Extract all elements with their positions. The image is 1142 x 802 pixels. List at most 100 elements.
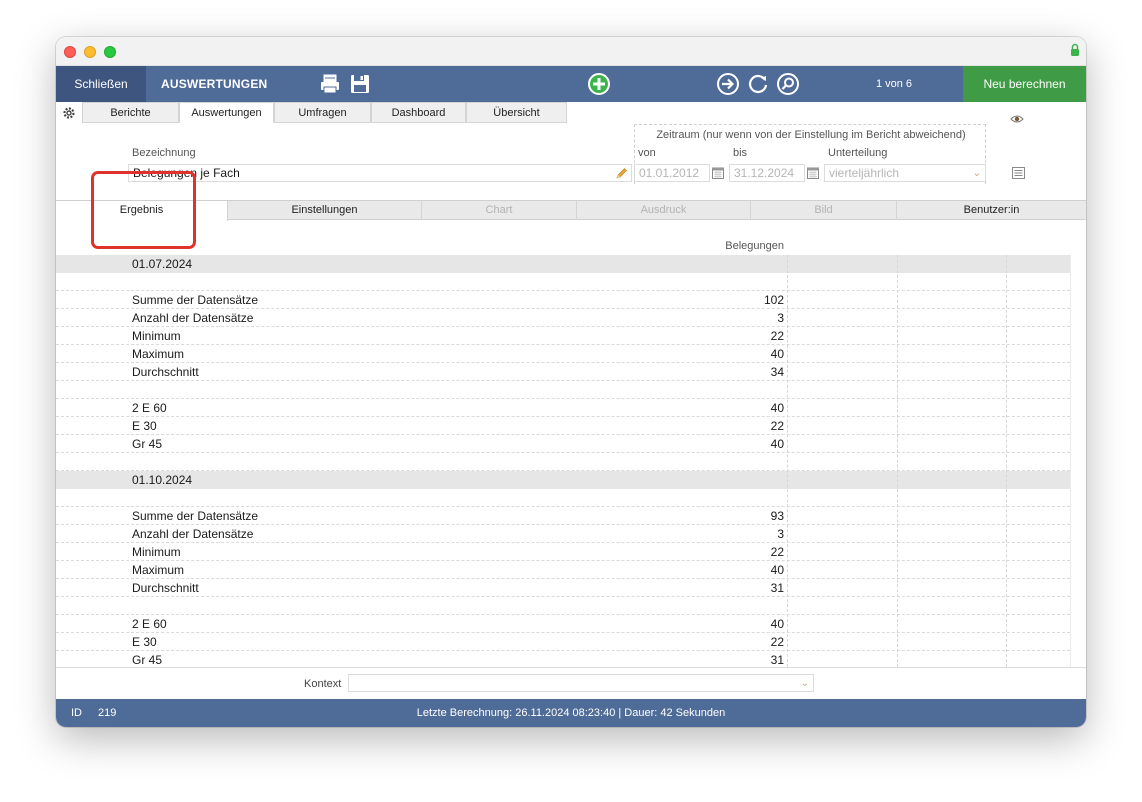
tab-chart[interactable]: Chart (422, 201, 577, 220)
column-header-belegungen: Belegungen (725, 240, 784, 252)
list-icon[interactable] (1012, 167, 1025, 179)
table-row: E 30 22 (56, 417, 1070, 435)
spacer-row (56, 489, 1070, 507)
main-toolbar: Schließen AUSWERTUNGEN 1 von 6 Neu berec… (56, 66, 1086, 102)
table-row: Durchschnitt 34 (56, 363, 1070, 381)
table-row: Gr 45 31 (56, 651, 1070, 667)
column-divider (787, 255, 788, 667)
row-value: 102 (763, 293, 784, 307)
table-row: Anzahl der Datensätze 3 (56, 309, 1070, 327)
row-label: Gr 45 (132, 653, 163, 667)
table-row: Minimum 22 (56, 327, 1070, 345)
recalculate-button[interactable]: Neu berechnen (963, 66, 1086, 102)
close-button[interactable]: Schließen (56, 66, 146, 102)
row-value: 40 (770, 401, 784, 415)
bezeichnung-input[interactable]: Belegungen je Fach (128, 164, 632, 182)
row-value: 22 (770, 635, 784, 649)
unterteilung-select[interactable]: vierteljährlich ⌄ (824, 164, 986, 182)
row-value: 31 (770, 653, 784, 667)
results-scrollbar[interactable] (1070, 255, 1086, 667)
von-label: von (638, 147, 656, 159)
zeitraum-label: Zeitraum (nur wenn von der Einstellung i… (656, 129, 966, 141)
calendar-icon[interactable] (807, 167, 819, 179)
gear-icon[interactable] (62, 106, 76, 120)
spacer-row (56, 381, 1070, 399)
von-date-field[interactable]: 01.01.2012 (634, 164, 710, 182)
group-row: 01.10.2024 (56, 471, 1070, 489)
table-row: Maximum 40 (56, 345, 1070, 363)
row-label: Anzahl der Datensätze (132, 527, 254, 541)
module-title: AUSWERTUNGEN (161, 77, 268, 91)
add-icon[interactable] (587, 72, 611, 96)
search-icon[interactable] (776, 72, 800, 96)
table-row: Minimum 22 (56, 543, 1070, 561)
app-window: Schließen AUSWERTUNGEN 1 von 6 Neu berec… (56, 37, 1086, 727)
tab-bild[interactable]: Bild (751, 201, 897, 220)
row-value: 40 (770, 563, 784, 577)
row-label: 01.10.2024 (132, 473, 193, 487)
row-value: 93 (770, 509, 784, 523)
row-value: 22 (770, 419, 784, 433)
minimize-window-button[interactable] (84, 46, 96, 58)
table-row: Summe der Datensätze 102 (56, 291, 1070, 309)
table-row: 2 E 60 40 (56, 615, 1070, 633)
tab-auswertungen[interactable]: Auswertungen (179, 102, 274, 123)
kontext-select[interactable]: ⌄ (348, 674, 814, 692)
tab-ausdruck[interactable]: Ausdruck (577, 201, 751, 220)
row-label: 01.07.2024 (132, 257, 193, 271)
lock-icon (1071, 43, 1079, 56)
printer-icon[interactable] (318, 72, 342, 96)
row-value: 40 (770, 437, 784, 451)
tab-einstellungen[interactable]: Einstellungen (228, 201, 422, 220)
row-label: 2 E 60 (132, 401, 167, 415)
row-label: Durchschnitt (132, 365, 199, 379)
row-label: Maximum (132, 563, 185, 577)
tab-dashboard[interactable]: Dashboard (371, 102, 466, 123)
row-value: 22 (770, 329, 784, 343)
row-value: 40 (770, 347, 784, 361)
column-divider (897, 255, 898, 667)
row-label: Minimum (132, 545, 181, 559)
unterteilung-value: vierteljährlich (829, 166, 900, 180)
bis-label: bis (733, 147, 748, 159)
tab-umfragen[interactable]: Umfragen (274, 102, 371, 123)
chevron-down-icon: ⌄ (800, 678, 809, 689)
save-icon[interactable] (348, 72, 372, 96)
unterteilung-label: Unterteilung (828, 147, 888, 159)
row-value: 3 (777, 527, 784, 541)
table-row: E 30 22 (56, 633, 1070, 651)
tab-benutzerin[interactable]: Benutzer:in (897, 201, 1086, 220)
bis-value: 31.12.2024 (734, 166, 795, 180)
tab-uebersicht[interactable]: Übersicht (466, 102, 567, 123)
title-bar (56, 37, 1086, 66)
zoom-window-button[interactable] (104, 46, 116, 58)
row-label: Summe der Datensätze (132, 293, 259, 307)
von-value: 01.01.2012 (639, 166, 700, 180)
close-window-button[interactable] (64, 46, 76, 58)
row-label: Gr 45 (132, 437, 163, 451)
row-label: E 30 (132, 419, 157, 433)
row-value: 22 (770, 545, 784, 559)
bis-date-field[interactable]: 31.12.2024 (729, 164, 805, 182)
record-counter: 1 von 6 (875, 78, 913, 90)
eye-icon[interactable] (1010, 114, 1024, 124)
pencil-icon[interactable] (615, 167, 628, 180)
result-tab-bar: Ergebnis Einstellungen Chart Ausdruck Bi… (56, 200, 1086, 221)
row-label: E 30 (132, 635, 157, 649)
calendar-icon[interactable] (712, 167, 724, 179)
status-bar: ID 219 Letzte Berechnung: 26.11.2024 08:… (56, 699, 1086, 727)
refresh-icon[interactable] (746, 72, 770, 96)
row-value: 3 (777, 311, 784, 325)
column-divider (1006, 255, 1007, 667)
results-table: 01.07.2024 Summe der Datensätze 102 Anzahl … (56, 255, 1070, 667)
highlight-annotation (91, 171, 196, 249)
bezeichnung-label: Bezeichnung (132, 147, 196, 159)
table-row: Anzahl der Datensätze 3 (56, 525, 1070, 543)
row-label: Maximum (132, 347, 185, 361)
tab-berichte[interactable]: Berichte (82, 102, 179, 123)
row-label: Durchschnitt (132, 581, 199, 595)
table-row: Durchschnitt 31 (56, 579, 1070, 597)
chevron-down-icon: ⌄ (972, 168, 981, 179)
next-icon[interactable] (716, 72, 740, 96)
table-row: Summe der Datensätze 93 (56, 507, 1070, 525)
